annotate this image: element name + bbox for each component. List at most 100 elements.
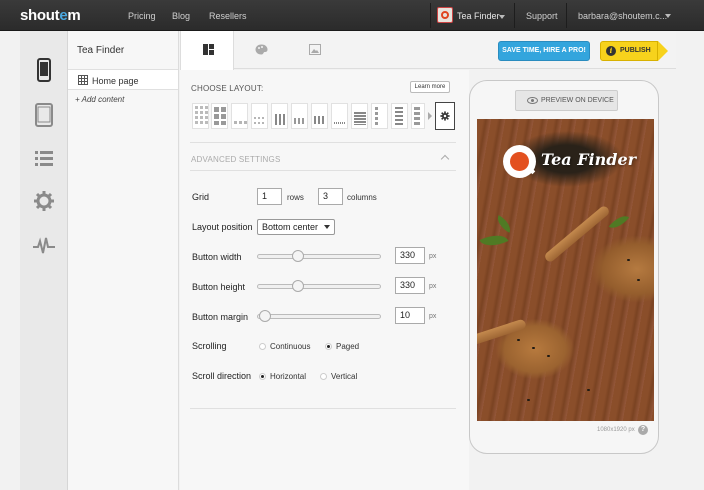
button-margin-input[interactable]: 10 xyxy=(395,307,425,324)
layout-option-grid[interactable] xyxy=(192,103,209,129)
chevron-up-icon[interactable] xyxy=(440,154,450,164)
layout-option-bottom-row[interactable] xyxy=(231,103,248,129)
nav-pricing[interactable]: Pricing xyxy=(128,11,156,21)
button-margin-label: Button margin xyxy=(192,312,249,322)
px-unit: px xyxy=(429,253,437,260)
gear-icon[interactable] xyxy=(32,189,56,213)
screen-dimensions: 1080x1920 px xyxy=(597,427,635,433)
tea-dot xyxy=(517,339,520,341)
rows-unit: rows xyxy=(287,193,304,202)
layout-option-list-thick[interactable] xyxy=(391,103,408,129)
direction-vertical-radio[interactable] xyxy=(320,373,327,380)
slider-knob[interactable] xyxy=(291,250,304,262)
px-unit: px xyxy=(429,283,437,290)
grid-columns-input[interactable]: 3 xyxy=(318,188,343,205)
button-height-input[interactable]: 330 xyxy=(395,277,425,294)
tea-dot xyxy=(627,259,630,261)
layout-option-side[interactable] xyxy=(371,103,388,129)
support-label: Support xyxy=(526,11,558,21)
choose-layout-label: CHOOSE LAYOUT: xyxy=(191,84,264,93)
button-margin-slider[interactable] xyxy=(257,310,381,322)
app-selector-label: Tea Finder xyxy=(457,11,500,21)
divider xyxy=(190,142,456,143)
scrolling-continuous-radio[interactable] xyxy=(259,343,266,350)
layout-option-bottom-small[interactable] xyxy=(251,103,268,129)
eye-icon xyxy=(527,97,538,104)
layout-option-bottom-line[interactable] xyxy=(331,103,348,129)
button-height-label: Button height xyxy=(192,282,246,292)
left-icon-rail xyxy=(20,31,68,490)
grid-icon xyxy=(78,75,88,85)
phone-icon[interactable] xyxy=(32,57,56,83)
palette-icon xyxy=(255,44,268,55)
scroll-right-icon[interactable] xyxy=(428,112,432,120)
help-icon[interactable]: ? xyxy=(638,425,648,435)
preview-button-label: PREVIEW ON DEVICE xyxy=(541,97,614,104)
scrolling-continuous-label[interactable]: Continuous xyxy=(270,342,310,351)
account-chevron-down-icon[interactable] xyxy=(665,14,671,18)
slider-knob[interactable] xyxy=(291,280,304,292)
select-chevron-icon xyxy=(324,225,330,229)
image-icon xyxy=(309,44,321,55)
pulse-icon[interactable] xyxy=(32,234,56,258)
learn-more-button[interactable]: Learn more xyxy=(410,81,450,93)
layout-settings-panel: CHOOSE LAYOUT: Learn more ADVANCED SETTI… xyxy=(180,70,469,490)
grid-rows-input[interactable]: 1 xyxy=(257,188,282,205)
layout-option-custom[interactable] xyxy=(435,102,455,130)
layout-option-list[interactable] xyxy=(351,103,368,129)
shoutem-logo[interactable]: shoutem xyxy=(20,7,81,24)
list-icon[interactable] xyxy=(32,147,56,169)
divider xyxy=(190,408,456,409)
app-selector[interactable]: Tea Finder xyxy=(430,3,515,28)
support-link[interactable]: Support xyxy=(515,3,567,28)
button-height-slider[interactable] xyxy=(257,280,381,292)
layout-option-2x3[interactable] xyxy=(211,103,228,129)
scrolling-paged-radio[interactable] xyxy=(325,343,332,350)
button-width-input[interactable]: 330 xyxy=(395,247,425,264)
preview-on-device-button[interactable]: PREVIEW ON DEVICE xyxy=(515,90,618,111)
slider-knob[interactable] xyxy=(259,310,272,322)
button-width-slider[interactable] xyxy=(257,250,381,262)
direction-horizontal-radio[interactable] xyxy=(259,373,266,380)
publish-label: PUBLISH xyxy=(620,47,651,54)
pages-panel: Tea Finder Home page + Add content xyxy=(68,31,179,490)
add-content-link[interactable]: + Add content xyxy=(75,95,124,104)
tea-dot xyxy=(532,347,535,349)
nav-blog[interactable]: Blog xyxy=(172,11,190,21)
tea-leaf xyxy=(479,229,509,252)
advanced-settings-label[interactable]: ADVANCED SETTINGS xyxy=(191,155,281,164)
layout-option-bottom-grid[interactable] xyxy=(271,103,288,129)
tab-theme[interactable] xyxy=(234,31,288,69)
tablet-icon[interactable] xyxy=(32,102,56,128)
direction-vertical-label[interactable]: Vertical xyxy=(331,372,357,381)
spoon-handle xyxy=(543,204,611,264)
tea-dot xyxy=(637,279,640,281)
tea-dot xyxy=(527,399,530,401)
scrolling-paged-label[interactable]: Paged xyxy=(336,342,359,351)
tab-layout[interactable] xyxy=(180,31,234,70)
button-width-label: Button width xyxy=(192,252,242,262)
app-screen-preview: Tea Finder xyxy=(477,119,654,421)
publish-button[interactable]: i PUBLISH xyxy=(600,41,668,61)
page-item-home[interactable]: Home page xyxy=(68,69,178,90)
tab-image[interactable] xyxy=(288,31,342,69)
add-content-label: Add content xyxy=(81,95,125,104)
hire-pro-button[interactable]: SAVE TIME, HIRE A PRO! xyxy=(498,41,590,61)
layout-position-label: Layout position xyxy=(192,222,253,232)
layout-position-value: Bottom center xyxy=(262,222,319,232)
direction-horizontal-label[interactable]: Horizontal xyxy=(270,372,306,381)
grid-label: Grid xyxy=(192,192,210,202)
nav-resellers[interactable]: Resellers xyxy=(209,11,247,21)
tea-leaf xyxy=(493,215,515,233)
scrolling-label: Scrolling xyxy=(192,341,227,351)
scroll-direction-label: Scroll direction xyxy=(192,371,252,381)
layout-position-select[interactable]: Bottom center xyxy=(257,219,335,235)
app-brand: Tea Finder xyxy=(503,144,654,180)
divider xyxy=(190,170,456,171)
layout-option-bottom-dots[interactable] xyxy=(291,103,308,129)
chevron-down-icon xyxy=(499,15,505,19)
layout-option-bottom-grid-2[interactable] xyxy=(311,103,328,129)
account-menu[interactable]: barbara@shoutem.c... xyxy=(578,11,667,21)
phone-preview: PREVIEW ON DEVICE Tea Finder 1080x1920 p… xyxy=(469,80,659,454)
layout-option-partial[interactable] xyxy=(411,103,425,129)
